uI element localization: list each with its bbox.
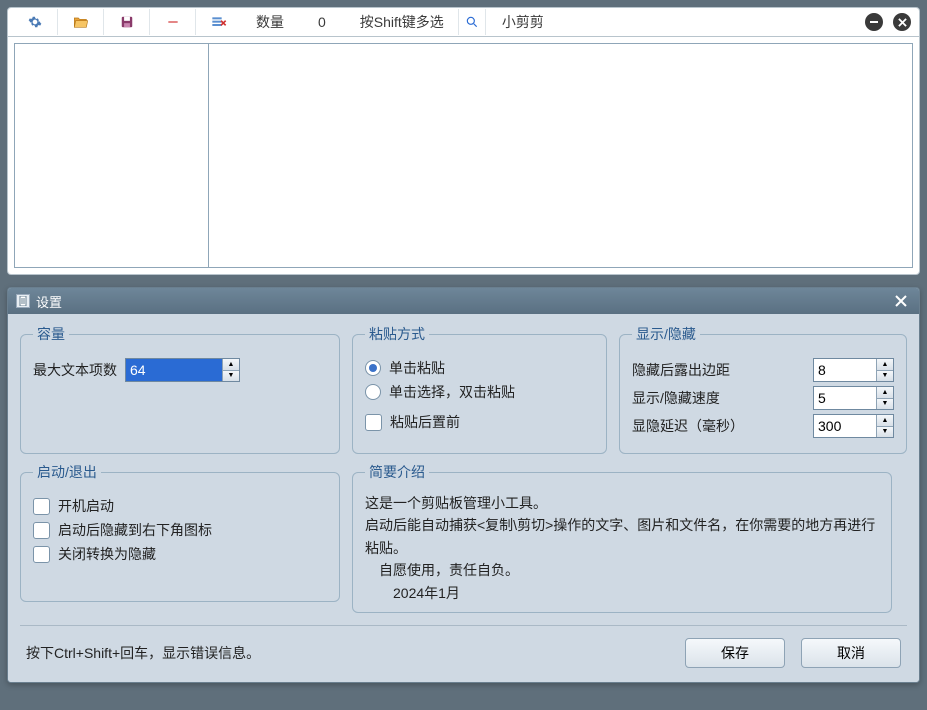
spinner-up-icon[interactable]: ▲ bbox=[877, 415, 893, 427]
multiselect-hint: 按Shift键多选 bbox=[346, 12, 458, 32]
clear-all-button[interactable] bbox=[196, 9, 242, 35]
minimize-button[interactable] bbox=[865, 13, 883, 31]
bring-front-checkbox[interactable] bbox=[365, 414, 382, 431]
startup-legend: 启动/退出 bbox=[33, 462, 101, 482]
close-icon bbox=[898, 18, 907, 27]
dialog-titlebar: 设置 bbox=[8, 288, 919, 314]
brief-text: 这是一个剪贴板管理小工具。 启动后能自动捕获<复制\剪切>操作的文字、图片和文件… bbox=[365, 492, 879, 600]
bring-front-label: 粘贴后置前 bbox=[390, 412, 460, 432]
margin-input[interactable] bbox=[814, 359, 876, 381]
close-button[interactable] bbox=[893, 13, 911, 31]
hide-tray-label: 启动后隐藏到右下角图标 bbox=[58, 520, 212, 540]
dialog-title: 设置 bbox=[36, 292, 62, 311]
close-to-hide-label: 关闭转换为隐藏 bbox=[58, 544, 156, 564]
delay-spinner[interactable]: ▲▼ bbox=[813, 414, 894, 438]
cancel-button[interactable]: 取消 bbox=[801, 638, 901, 668]
spinner-up-icon[interactable]: ▲ bbox=[223, 359, 239, 371]
list-pane[interactable] bbox=[14, 43, 209, 268]
max-items-spinner[interactable]: ▲ ▼ bbox=[125, 358, 240, 382]
delay-input[interactable] bbox=[814, 415, 876, 437]
save-button-toolbar[interactable] bbox=[104, 9, 150, 35]
dialog-icon bbox=[16, 294, 30, 308]
save-button[interactable]: 保存 bbox=[685, 638, 785, 668]
count-label: 数量 bbox=[242, 12, 298, 32]
search-icon bbox=[465, 15, 479, 29]
double-click-paste-radio[interactable] bbox=[365, 384, 381, 400]
margin-label: 隐藏后露出边距 bbox=[632, 360, 730, 380]
max-items-input[interactable] bbox=[126, 359, 222, 381]
close-icon bbox=[895, 295, 907, 307]
speed-input[interactable] bbox=[814, 387, 876, 409]
minimize-icon bbox=[870, 21, 878, 23]
preview-pane[interactable] bbox=[209, 43, 913, 268]
settings-dialog: 设置 果核剥壳 G H X I . C O M 容量 bbox=[7, 287, 920, 683]
brief-legend: 简要介绍 bbox=[365, 462, 429, 482]
gear-icon bbox=[28, 15, 42, 29]
minus-icon bbox=[166, 15, 180, 29]
spinner-down-icon[interactable]: ▼ bbox=[877, 427, 893, 438]
paste-legend: 粘贴方式 bbox=[365, 324, 429, 344]
save-disk-icon bbox=[120, 15, 134, 29]
capacity-group: 容量 最大文本项数 ▲ ▼ bbox=[20, 324, 340, 454]
content-panes bbox=[7, 37, 920, 275]
autostart-label: 开机启动 bbox=[58, 496, 114, 516]
spinner-up-icon[interactable]: ▲ bbox=[877, 387, 893, 399]
main-toolbar: 数量 0 按Shift键多选 小剪剪 bbox=[7, 7, 920, 37]
speed-label: 显示/隐藏速度 bbox=[632, 388, 720, 408]
single-click-paste-label: 单击粘贴 bbox=[389, 358, 445, 378]
spinner-down-icon[interactable]: ▼ bbox=[877, 399, 893, 410]
double-click-paste-label: 单击选择，双击粘贴 bbox=[389, 382, 515, 402]
count-value: 0 bbox=[298, 14, 346, 30]
margin-spinner[interactable]: ▲▼ bbox=[813, 358, 894, 382]
open-folder-button[interactable] bbox=[58, 9, 104, 35]
single-click-paste-radio[interactable] bbox=[365, 360, 381, 376]
app-title: 小剪剪 bbox=[486, 12, 865, 32]
speed-spinner[interactable]: ▲▼ bbox=[813, 386, 894, 410]
max-items-label: 最大文本项数 bbox=[33, 360, 117, 380]
search-button[interactable] bbox=[458, 9, 486, 35]
visibility-legend: 显示/隐藏 bbox=[632, 324, 700, 344]
spinner-down-icon[interactable]: ▼ bbox=[223, 371, 239, 382]
remove-button[interactable] bbox=[150, 9, 196, 35]
footer-hint: 按下Ctrl+Shift+回车，显示错误信息。 bbox=[26, 643, 260, 663]
brief-group: 简要介绍 这是一个剪贴板管理小工具。 启动后能自动捕获<复制\剪切>操作的文字、… bbox=[352, 462, 892, 613]
paste-group: 粘贴方式 单击粘贴 单击选择，双击粘贴 粘贴后置前 bbox=[352, 324, 607, 454]
startup-group: 启动/退出 开机启动 启动后隐藏到右下角图标 关闭转换为隐藏 bbox=[20, 462, 340, 602]
close-to-hide-checkbox[interactable] bbox=[33, 546, 50, 563]
hide-tray-checkbox[interactable] bbox=[33, 522, 50, 539]
visibility-group: 显示/隐藏 隐藏后露出边距 ▲▼ 显示/隐藏速度 bbox=[619, 324, 907, 454]
dialog-close-button[interactable] bbox=[891, 295, 911, 307]
delay-label: 显隐延迟（毫秒） bbox=[632, 416, 744, 436]
autostart-checkbox[interactable] bbox=[33, 498, 50, 515]
spinner-up-icon[interactable]: ▲ bbox=[877, 359, 893, 371]
folder-open-icon bbox=[73, 15, 89, 29]
settings-gear-button[interactable] bbox=[12, 9, 58, 35]
capacity-legend: 容量 bbox=[33, 324, 69, 344]
clear-list-icon bbox=[211, 15, 227, 29]
spinner-down-icon[interactable]: ▼ bbox=[877, 371, 893, 382]
